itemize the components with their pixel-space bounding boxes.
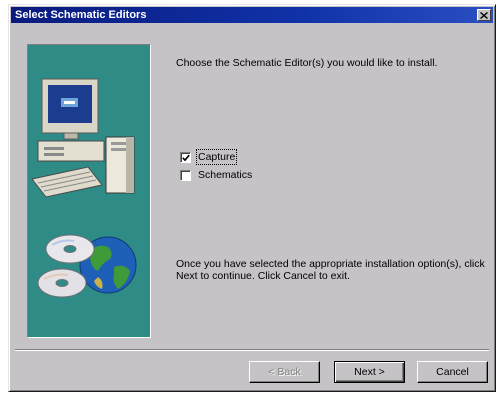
checkbox-box[interactable] (180, 169, 191, 181)
window-title: Select Schematic Editors (15, 9, 147, 21)
desktop-base-icon (37, 140, 105, 162)
close-icon (480, 11, 488, 19)
monitor-icon (41, 78, 99, 140)
close-button[interactable] (477, 9, 491, 21)
continue-instruction-text: Once you have selected the appropriate i… (176, 258, 485, 282)
wizard-illustration (27, 44, 151, 338)
instruction-text: Choose the Schematic Editor(s) you would… (176, 57, 438, 69)
checkbox-box[interactable] (180, 151, 191, 163)
schematics-checkbox[interactable]: Schematics (180, 168, 252, 182)
button-separator (15, 349, 489, 351)
dialog-window: Select Schematic Editors Choose the Sche… (8, 4, 496, 392)
checkbox-label[interactable]: Schematics (198, 169, 252, 181)
title-bar[interactable]: Select Schematic Editors (11, 7, 493, 23)
next-button[interactable]: Next > (334, 361, 405, 383)
back-button[interactable]: < Back (249, 361, 320, 383)
cancel-button[interactable]: Cancel (417, 361, 488, 383)
computer-and-cds-illustration (31, 78, 137, 298)
checkbox-label[interactable]: Capture (195, 149, 238, 165)
capture-checkbox[interactable]: Capture (180, 149, 238, 165)
checkmark-icon (182, 154, 190, 161)
keyboard-icon (31, 166, 103, 198)
computer-tower-icon (105, 136, 135, 194)
